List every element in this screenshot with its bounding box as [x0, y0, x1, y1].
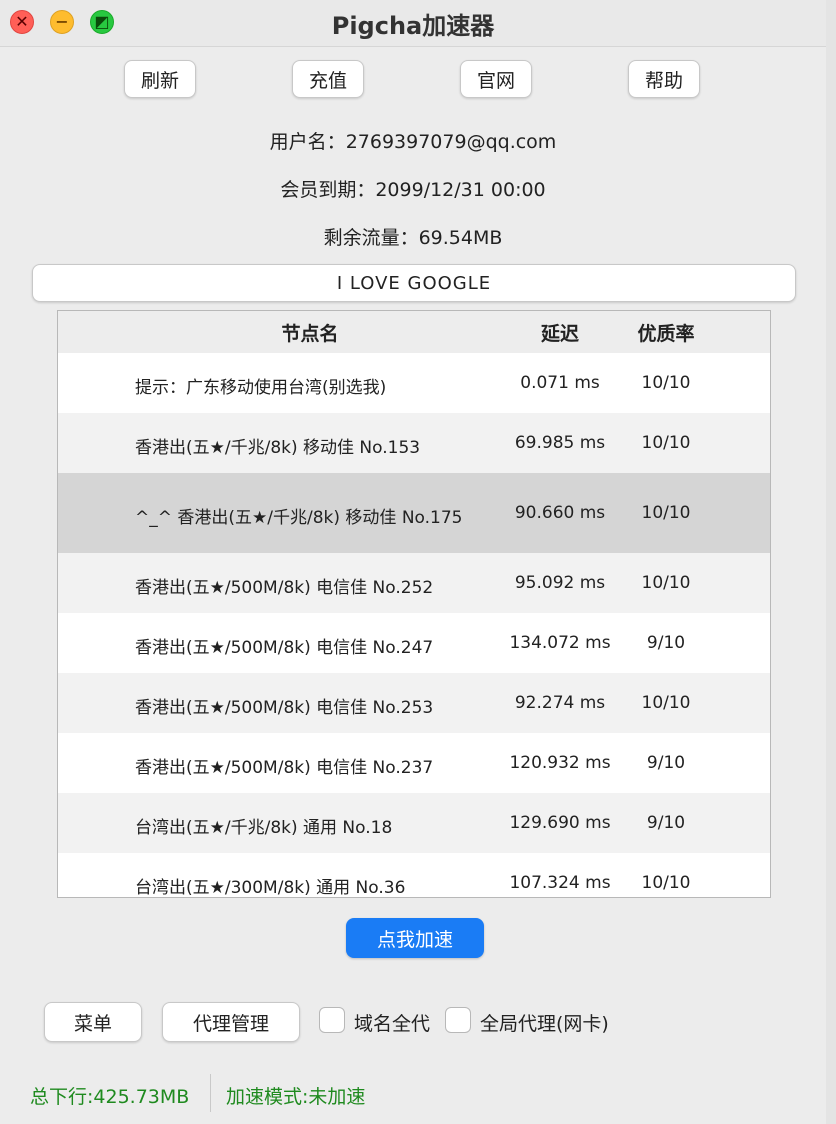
- node-latency: 90.660 ms: [514, 503, 606, 523]
- table-row[interactable]: 香港出(五★/500M/8k) 电信佳 No.253 92.274 ms 10/…: [58, 673, 770, 733]
- node-latency: 69.985 ms: [514, 433, 606, 453]
- proxy-manage-button[interactable]: 代理管理: [162, 1002, 300, 1042]
- node-quality: 9/10: [646, 753, 686, 773]
- recharge-button[interactable]: 充值: [292, 60, 364, 98]
- traffic-value: 69.54MB: [418, 227, 503, 249]
- title-bar: ✕ − ◩ Pigcha加速器: [0, 0, 826, 47]
- expiry-value: 2099/12/31 00:00: [375, 179, 546, 201]
- node-quality: 10/10: [641, 693, 691, 713]
- table-row-selected[interactable]: ^_^ 香港出(五★/千兆/8k) 移动佳 No.175 90.660 ms 1…: [58, 473, 770, 553]
- node-table[interactable]: 节点名 延迟 优质率 提示：广东移动使用台湾(别选我) 0.071 ms 10/…: [57, 310, 771, 898]
- domain-proxy-checkbox[interactable]: [319, 1007, 345, 1033]
- expiry-line: 会员到期：2099/12/31 00:00: [0, 175, 826, 202]
- menu-button[interactable]: 菜单: [44, 1002, 142, 1042]
- node-latency: 107.324 ms: [509, 873, 611, 893]
- node-latency: 95.092 ms: [514, 573, 606, 593]
- node-latency: 92.274 ms: [514, 693, 606, 713]
- node-name: ^_^ 香港出(五★/千兆/8k) 移动佳 No.175: [135, 508, 463, 528]
- node-name: 台湾出(五★/300M/8k) 通用 No.36: [135, 878, 406, 898]
- header-quality[interactable]: 优质率: [624, 319, 708, 346]
- node-quality: 9/10: [646, 633, 686, 653]
- node-quality: 10/10: [641, 873, 691, 893]
- accelerate-button[interactable]: 点我加速: [346, 918, 484, 958]
- node-name: 香港出(五★/500M/8k) 电信佳 No.252: [135, 578, 434, 598]
- window-title: Pigcha加速器: [331, 12, 495, 40]
- download-total-status: 总下行:425.73MB: [30, 1086, 190, 1108]
- node-name: 香港出(五★/500M/8k) 电信佳 No.247: [135, 638, 434, 658]
- node-name: 香港出(五★/千兆/8k) 移动佳 No.153: [135, 438, 421, 458]
- refresh-button[interactable]: 刷新: [124, 60, 196, 98]
- node-latency: 129.690 ms: [509, 813, 611, 833]
- node-quality: 10/10: [641, 373, 691, 393]
- accelerate-mode-status: 加速模式:未加速: [226, 1086, 366, 1108]
- node-latency: 0.071 ms: [520, 373, 600, 393]
- table-row[interactable]: 台湾出(五★/300M/8k) 通用 No.36 107.324 ms 10/1…: [58, 853, 770, 898]
- app-window: ✕ − ◩ Pigcha加速器 刷新 充值 官网 帮助 用户名：27693970…: [0, 0, 827, 1124]
- node-quality: 10/10: [641, 433, 691, 453]
- table-row[interactable]: 香港出(五★/500M/8k) 电信佳 No.237 120.932 ms 9/…: [58, 733, 770, 793]
- header-node-name[interactable]: 节点名: [58, 319, 562, 346]
- banner-button[interactable]: I LOVE GOOGLE: [32, 264, 796, 302]
- node-quality: 10/10: [641, 573, 691, 593]
- table-row[interactable]: 提示：广东移动使用台湾(别选我) 0.071 ms 10/10: [58, 353, 770, 413]
- node-latency: 120.932 ms: [509, 753, 611, 773]
- traffic-line: 剩余流量：69.54MB: [0, 223, 826, 250]
- node-quality: 10/10: [641, 503, 691, 523]
- header-latency[interactable]: 延迟: [498, 319, 622, 346]
- background-strip: [826, 0, 836, 1124]
- table-row[interactable]: 香港出(五★/500M/8k) 电信佳 No.252 95.092 ms 10/…: [58, 553, 770, 613]
- global-proxy-label[interactable]: 全局代理(网卡): [480, 1009, 609, 1036]
- help-button[interactable]: 帮助: [628, 60, 700, 98]
- username-label: 用户名：: [269, 131, 346, 153]
- traffic-label: 剩余流量：: [323, 227, 419, 249]
- table-row[interactable]: 台湾出(五★/千兆/8k) 通用 No.18 129.690 ms 9/10: [58, 793, 770, 853]
- node-name: 提示：广东移动使用台湾(别选我): [135, 378, 387, 398]
- table-header: 节点名 延迟 优质率: [58, 311, 770, 353]
- username-value: 2769397079@qq.com: [345, 131, 557, 153]
- node-name: 台湾出(五★/千兆/8k) 通用 No.18: [135, 818, 393, 838]
- expiry-label: 会员到期：: [280, 179, 376, 201]
- username-line: 用户名：2769397079@qq.com: [0, 127, 826, 154]
- table-row[interactable]: 香港出(五★/500M/8k) 电信佳 No.247 134.072 ms 9/…: [58, 613, 770, 673]
- node-name: 香港出(五★/500M/8k) 电信佳 No.253: [135, 698, 434, 718]
- node-quality: 9/10: [646, 813, 686, 833]
- global-proxy-checkbox[interactable]: [445, 1007, 471, 1033]
- domain-proxy-label[interactable]: 域名全代: [354, 1009, 430, 1036]
- status-divider: [210, 1074, 211, 1112]
- node-name: 香港出(五★/500M/8k) 电信佳 No.237: [135, 758, 434, 778]
- table-row[interactable]: 香港出(五★/千兆/8k) 移动佳 No.153 69.985 ms 10/10: [58, 413, 770, 473]
- website-button[interactable]: 官网: [460, 60, 532, 98]
- node-latency: 134.072 ms: [509, 633, 611, 653]
